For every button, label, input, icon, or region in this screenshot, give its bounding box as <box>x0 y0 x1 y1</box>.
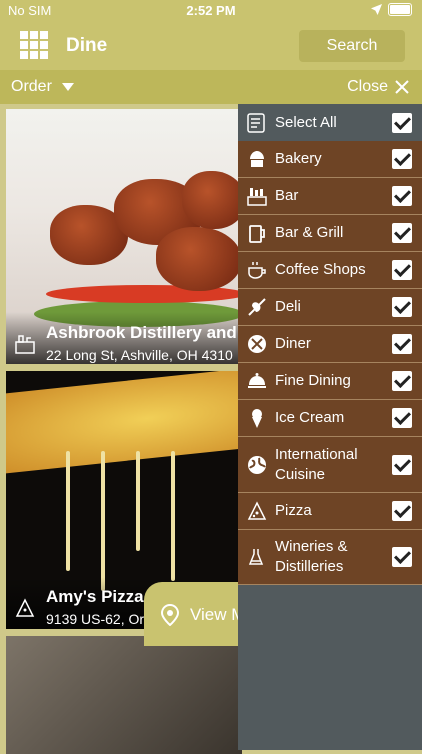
distillery-icon <box>15 335 35 354</box>
filter-label: Diner <box>275 335 311 352</box>
filter-row-wineries[interactable]: Wineries & Distilleries <box>238 530 422 585</box>
select-all-icon <box>247 112 265 133</box>
filter-label: International Cuisine <box>275 445 358 483</box>
filter-label: Wineries & Distilleries <box>275 538 348 575</box>
filter-row-pizza[interactable]: Pizza <box>238 493 422 530</box>
food-photo-cheese <box>171 451 175 581</box>
dropdown-triangle-icon <box>61 83 74 91</box>
bar-icon <box>247 188 267 206</box>
food-photo-wing <box>182 171 242 229</box>
checkbox-checked[interactable] <box>392 547 412 567</box>
filter-label: Ice Cream <box>275 409 345 426</box>
listing-card[interactable] <box>6 636 242 754</box>
filter-row-ice-cream[interactable]: Ice Cream <box>238 400 422 437</box>
deli-icon <box>248 298 266 316</box>
ice-cream-icon <box>252 409 262 428</box>
diner-icon <box>248 335 266 353</box>
food-photo-cheese <box>66 451 70 571</box>
filter-label: Bakery <box>275 150 322 167</box>
food-photo-pizza <box>6 371 242 474</box>
order-dropdown[interactable]: Order <box>11 78 74 96</box>
listing-card[interactable]: Ashbrook Distillery and C 22 Long St, As… <box>6 109 242 364</box>
filter-label: Bar & Grill <box>275 224 344 241</box>
order-bar: Order Close <box>0 70 422 104</box>
bakery-icon <box>250 151 264 167</box>
page-title: Dine <box>66 35 108 56</box>
checkbox-checked[interactable] <box>392 371 412 391</box>
filter-label: Fine Dining <box>275 372 351 389</box>
close-icon <box>395 80 409 94</box>
coffee-cup-icon <box>248 262 266 279</box>
checkbox-checked[interactable] <box>392 112 412 133</box>
checkbox-checked[interactable] <box>392 334 412 354</box>
filter-label: Coffee Shops <box>275 261 366 278</box>
food-photo-wing <box>156 227 242 291</box>
checkbox-checked[interactable] <box>392 454 412 475</box>
checkbox-checked[interactable] <box>392 408 412 428</box>
status-icons <box>371 3 412 16</box>
filter-row-coffee-shops[interactable]: Coffee Shops <box>238 252 422 289</box>
filter-row-bar[interactable]: Bar <box>238 178 422 215</box>
filter-label: Deli <box>275 298 301 315</box>
checkbox-checked[interactable] <box>392 501 412 521</box>
globe-icon <box>248 455 266 474</box>
listing-name: Ashbrook Distillery and C <box>46 323 242 342</box>
close-label: Close <box>347 78 388 95</box>
checkbox-checked[interactable] <box>392 297 412 317</box>
filter-row-bakery[interactable]: Bakery <box>238 141 422 178</box>
checkbox-checked[interactable] <box>392 223 412 243</box>
filter-label: Bar <box>275 187 299 204</box>
clock: 2:52 PM <box>186 3 236 18</box>
beer-mug-icon <box>249 225 265 243</box>
filter-row-diner[interactable]: Diner <box>238 326 422 363</box>
status-bar: No SIM 2:52 PM <box>0 0 422 22</box>
cloche-icon <box>248 373 266 388</box>
checkbox-checked[interactable] <box>392 260 412 280</box>
category-filter-panel: Select All Bakery Bar Bar & Grill Coffee… <box>238 104 422 750</box>
map-pin-icon <box>160 604 180 626</box>
menu-grid-icon[interactable] <box>20 31 48 59</box>
filter-label: Select All <box>275 113 337 131</box>
listing-address: 22 Long St, Ashville, OH 4310 <box>46 347 233 363</box>
pizza-icon <box>247 501 267 520</box>
battery-icon <box>388 3 412 16</box>
food-photo-cheese <box>136 451 140 551</box>
order-label: Order <box>11 78 52 95</box>
pizza-slice-icon <box>15 598 35 617</box>
filter-row-international[interactable]: International Cuisine <box>238 437 422 493</box>
checkbox-checked[interactable] <box>392 149 412 169</box>
filter-row-select-all[interactable]: Select All <box>238 104 422 142</box>
food-photo-cheese <box>101 451 105 591</box>
wine-still-icon <box>248 549 264 565</box>
filter-row-deli[interactable]: Deli <box>238 289 422 326</box>
location-arrow-icon <box>371 4 382 15</box>
filter-row-fine-dining[interactable]: Fine Dining <box>238 363 422 400</box>
search-button[interactable]: Search <box>299 30 405 62</box>
filter-row-bar-grill[interactable]: Bar & Grill <box>238 215 422 252</box>
close-button[interactable]: Close <box>347 78 410 96</box>
app-header: Dine Search <box>0 22 422 70</box>
listing-name: Amy's Pizza <box>46 587 144 606</box>
checkbox-checked[interactable] <box>392 186 412 206</box>
filter-label: Pizza <box>275 502 312 519</box>
